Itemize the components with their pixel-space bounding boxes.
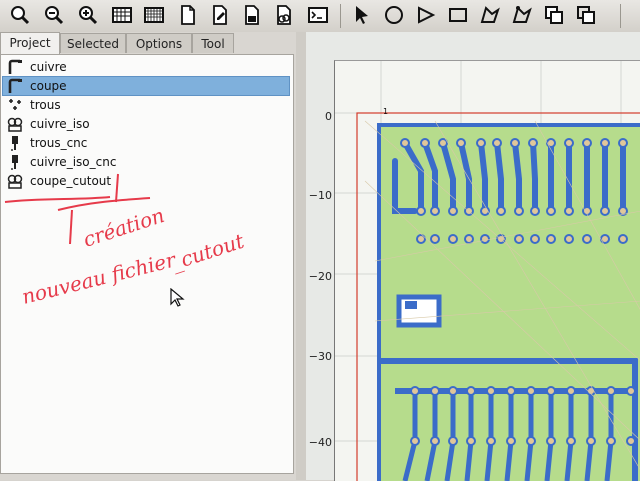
geometry-icon — [6, 173, 24, 189]
cnc-job-icon — [6, 135, 24, 151]
move-icon[interactable] — [574, 3, 598, 27]
project-item[interactable]: cuivre — [3, 58, 289, 76]
project-item-label: cuivre_iso_cnc — [30, 155, 117, 169]
arc-icon[interactable] — [414, 3, 438, 27]
tab-tool[interactable]: Tool — [192, 33, 234, 53]
zoom-in-icon[interactable] — [42, 3, 66, 27]
new-file-icon[interactable] — [176, 3, 200, 27]
grid-icon-2[interactable] — [142, 3, 166, 27]
project-tree: cuivre coupe trous cuivre_iso trous_cnc … — [0, 54, 294, 474]
edit-polygon-icon[interactable] — [510, 3, 534, 27]
project-item-label: cuivre — [30, 60, 67, 74]
zoom-out-icon[interactable] — [76, 3, 100, 27]
toolbar-separator — [620, 4, 621, 28]
project-item-label: coupe_cutout — [30, 174, 112, 188]
project-item-label: cuivre_iso — [30, 117, 90, 131]
excellon-icon — [6, 97, 24, 113]
panel-splitter[interactable] — [296, 32, 306, 480]
project-item-label: coupe — [30, 79, 67, 93]
tab-project[interactable]: Project — [0, 32, 60, 54]
y-tick-label: 0 — [325, 110, 332, 123]
copy-icon[interactable] — [542, 3, 566, 27]
gerber-icon — [6, 78, 24, 94]
origin-label: 1 — [383, 107, 388, 116]
document-icon[interactable] — [240, 3, 264, 27]
project-item-label: trous — [30, 98, 61, 112]
cnc-job-icon — [6, 154, 24, 170]
project-item-selected[interactable]: coupe — [2, 76, 290, 96]
tab-selected[interactable]: Selected — [60, 33, 126, 53]
polygon-icon[interactable] — [478, 3, 502, 27]
rectangle-icon[interactable] — [446, 3, 470, 27]
y-tick-label: −10 — [308, 189, 332, 202]
gerber-icon — [6, 59, 24, 75]
notebook-panel: Project Selected Options Tool cuivre cou… — [0, 32, 296, 480]
zoom-fit-icon[interactable] — [8, 3, 32, 27]
plot-area[interactable]: 0 −10 −20 −30 −40 1 — [306, 32, 640, 481]
main-toolbar — [0, 0, 640, 33]
geometry-icon[interactable] — [272, 3, 296, 27]
project-item-label: trous_cnc — [30, 136, 88, 150]
mouse-cursor-icon — [170, 288, 185, 307]
tab-options[interactable]: Options — [126, 33, 192, 53]
pcb-canvas[interactable]: 1 — [334, 60, 640, 481]
y-tick-label: −30 — [308, 350, 332, 363]
project-item[interactable]: cuivre_iso — [3, 115, 289, 133]
pointer-icon[interactable] — [350, 3, 374, 27]
y-tick-label: −20 — [308, 270, 332, 283]
grid-icon[interactable] — [110, 3, 134, 27]
geometry-icon — [6, 116, 24, 132]
project-item[interactable]: trous_cnc — [3, 134, 289, 152]
circle-icon[interactable] — [382, 3, 406, 27]
project-item[interactable]: cuivre_iso_cnc — [3, 153, 289, 171]
tab-bar: Project Selected Options Tool — [0, 32, 296, 54]
project-item[interactable]: coupe_cutout — [3, 172, 289, 190]
edit-file-icon[interactable] — [208, 3, 232, 27]
project-item[interactable]: trous — [3, 96, 289, 114]
terminal-icon[interactable] — [306, 3, 330, 27]
y-tick-label: −40 — [308, 436, 332, 449]
component-pad — [405, 301, 417, 309]
toolbar-separator — [340, 4, 341, 28]
